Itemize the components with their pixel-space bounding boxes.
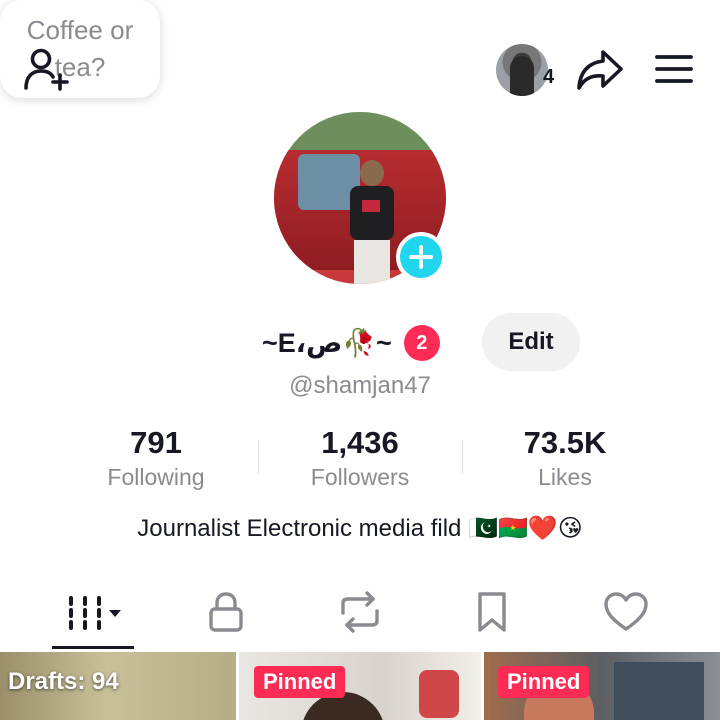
stat-divider	[258, 440, 259, 474]
video-tile-pinned[interactable]: Pinned	[484, 652, 720, 720]
stat-value: 1,436	[321, 425, 399, 460]
stat-label: Following	[107, 464, 205, 490]
notification-badge[interactable]: 2	[403, 325, 440, 361]
stat-followers[interactable]: 1,436 Followers	[260, 424, 460, 491]
stat-likes[interactable]: 73.5K Likes	[465, 424, 665, 491]
video-tile-pinned[interactable]: Pinned	[239, 652, 481, 720]
tab-reposts[interactable]	[300, 584, 420, 640]
tab-liked[interactable]	[566, 584, 686, 640]
drafts-tile[interactable]: Drafts: 94	[0, 652, 236, 720]
bio: Journalist Electronic media fild 🇵🇰🇧🇫❤️😘	[137, 515, 583, 542]
display-name: ~E،ص🥀~	[262, 328, 392, 358]
stat-following[interactable]: 791 Following	[56, 424, 256, 491]
bookmark-icon	[478, 592, 506, 632]
stat-value: 791	[130, 425, 182, 460]
lock-icon	[209, 592, 243, 632]
stat-label: Followers	[310, 464, 410, 490]
add-story-plus-icon[interactable]	[396, 232, 446, 282]
edit-profile-button[interactable]: Edit	[482, 313, 580, 371]
videos-grid-icon	[69, 596, 121, 630]
pinned-badge: Pinned	[498, 666, 590, 698]
active-tab-indicator	[52, 646, 134, 649]
add-friend-icon[interactable]	[20, 42, 74, 96]
menu-icon[interactable]	[648, 46, 700, 92]
stat-label: Likes	[538, 464, 592, 490]
tab-favorites[interactable]	[432, 584, 552, 640]
name-row: ~E،ص🥀~ 2	[262, 318, 440, 368]
profile-visitor-avatar[interactable]	[496, 44, 548, 96]
pinned-badge: Pinned	[254, 666, 346, 698]
username: @shamjan47	[289, 372, 431, 399]
share-icon[interactable]	[572, 44, 628, 96]
drafts-label: Drafts: 94	[8, 668, 119, 695]
repost-icon	[341, 591, 379, 633]
tab-videos[interactable]	[38, 584, 158, 640]
stat-value: 73.5K	[523, 425, 607, 460]
visitor-count: 4	[543, 66, 555, 88]
stat-divider	[462, 440, 463, 474]
heart-icon	[604, 592, 648, 631]
tab-private[interactable]	[166, 584, 286, 640]
